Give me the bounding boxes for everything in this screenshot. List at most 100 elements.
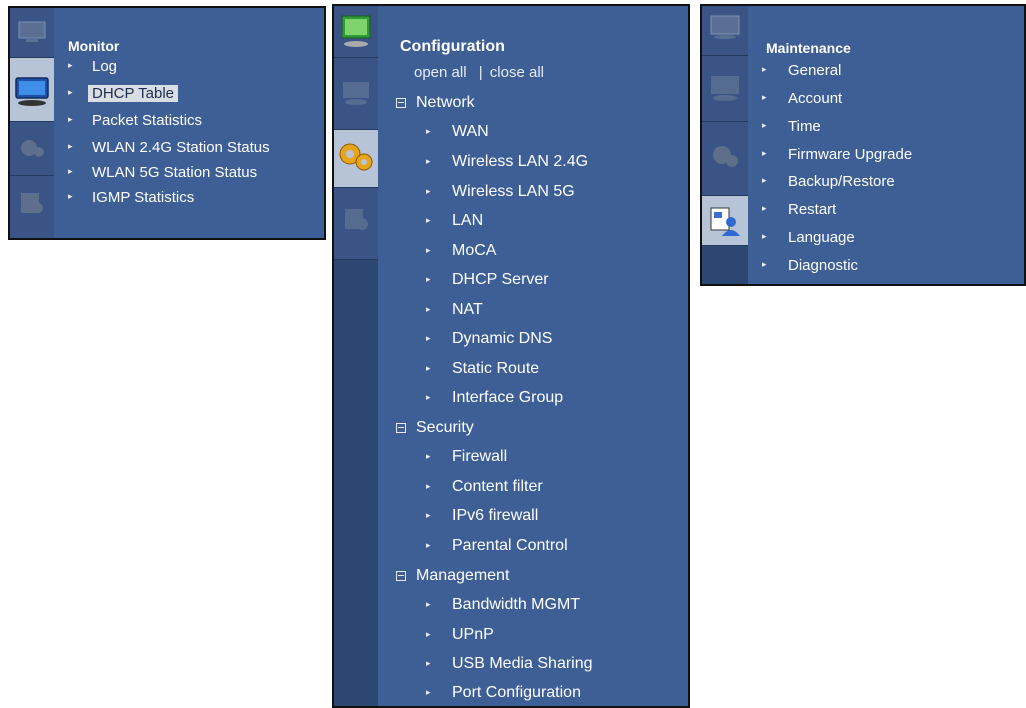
maintenance-item-label: Firmware Upgrade (788, 146, 913, 163)
group-label: Management (416, 567, 510, 584)
bullet-arrow-icon: ▸ (426, 658, 431, 668)
maintenance-menu-panel: Maintenance ▸ General ▸ Account ▸ Time ▸ Fir… (700, 4, 1026, 286)
bullet-arrow-icon: ▸ (426, 215, 431, 225)
configuration-side-rail (334, 6, 378, 706)
collapse-toggle-icon[interactable] (396, 571, 406, 581)
bullet-arrow-icon: ▸ (68, 114, 73, 124)
rail-tab-configuration[interactable] (10, 122, 54, 176)
bullet-arrow-icon: ▸ (426, 126, 431, 136)
rail-tab-maintenance[interactable] (702, 196, 748, 246)
bullet-arrow-icon: ▸ (426, 245, 431, 255)
bullet-arrow-icon: ▸ (762, 231, 767, 241)
config-item-label: Parental Control (452, 537, 568, 554)
monitor-item-label: WLAN 5G Station Status (92, 164, 258, 181)
bullet-arrow-icon: ▸ (68, 166, 73, 176)
monitor-side-rail (10, 8, 54, 238)
config-item-label: WAN (452, 123, 489, 140)
rail-tab-maintenance[interactable] (334, 188, 378, 260)
monitor-title: Monitor (68, 38, 120, 54)
bullet-arrow-icon: ▸ (762, 259, 767, 269)
open-all-link[interactable]: open all (414, 64, 467, 81)
group-label: Security (416, 419, 474, 436)
gear-icon (713, 146, 738, 167)
config-item-label: MoCA (452, 242, 497, 259)
close-all-link[interactable]: close all (490, 64, 544, 81)
expand-collapse-links: open all | close all (414, 64, 544, 81)
bullet-arrow-icon: ▸ (426, 304, 431, 314)
bullet-arrow-icon: ▸ (426, 540, 431, 550)
rail-tab-status[interactable] (10, 8, 54, 58)
monitor-icon (711, 76, 739, 101)
rail-tab-monitor[interactable] (702, 56, 748, 122)
monitor-menu-panel: Monitor ▸ Log ▸ DHCP Table ▸ Packet Stat… (8, 6, 326, 240)
config-item-label: Content filter (452, 478, 543, 495)
bullet-arrow-icon: ▸ (426, 392, 431, 402)
config-item-label: UPnP (452, 626, 494, 643)
monitor-item-label: Packet Statistics (92, 112, 203, 129)
config-item-label: Static Route (452, 360, 540, 377)
status-screen-icon (710, 15, 740, 39)
config-item-label: DHCP Server (452, 271, 549, 288)
monitor-item-label: WLAN 2.4G Station Status (92, 139, 270, 156)
bullet-arrow-icon: ▸ (68, 141, 73, 151)
monitor-icon (15, 77, 49, 106)
config-item-label: Wireless LAN 2.4G (452, 153, 589, 170)
config-item-label: Interface Group (452, 389, 564, 406)
collapse-toggle-icon[interactable] (396, 98, 406, 108)
status-screen-icon (18, 21, 46, 42)
monitor-icon (343, 82, 369, 105)
rail-tab-monitor[interactable] (10, 58, 54, 122)
maintenance-item-label: General (788, 62, 842, 79)
rail-tab-maintenance[interactable] (10, 176, 54, 238)
maintenance-content: Maintenance ▸ General ▸ Account ▸ Time ▸ Fir… (748, 6, 1024, 284)
maintenance-item-label: Language (788, 229, 855, 246)
rail-tab-configuration[interactable] (702, 122, 748, 196)
maintenance-item-label: Account (788, 90, 843, 107)
maintenance-item-label: Restart (788, 201, 837, 218)
bullet-arrow-icon: ▸ (762, 64, 767, 74)
monitor-item-label: IGMP Statistics (92, 189, 195, 206)
bullet-arrow-icon: ▸ (426, 363, 431, 373)
maintenance-user-icon (710, 207, 740, 236)
config-item-label: LAN (452, 212, 484, 229)
configuration-menu-panel: Configuration open all | close all Netwo… (332, 4, 690, 708)
gear-icon (21, 140, 44, 157)
bullet-arrow-icon: ▸ (762, 92, 767, 102)
bullet-arrow-icon: ▸ (762, 175, 767, 185)
bullet-arrow-icon: ▸ (68, 191, 73, 201)
bullet-arrow-icon: ▸ (426, 599, 431, 609)
config-item-label: IPv6 firewall (452, 507, 539, 524)
collapse-toggle-icon[interactable] (396, 423, 406, 433)
bullet-arrow-icon: ▸ (426, 333, 431, 343)
bullet-arrow-icon: ▸ (762, 148, 767, 158)
maintenance-side-rail (702, 6, 748, 284)
configuration-content: Configuration open all | close all Netwo… (378, 6, 688, 706)
bullet-arrow-icon: ▸ (426, 629, 431, 639)
config-item-label: Bandwidth MGMT (452, 596, 581, 613)
bullet-arrow-icon: ▸ (426, 156, 431, 166)
rail-tab-status[interactable] (702, 6, 748, 56)
rail-tab-monitor[interactable] (334, 58, 378, 130)
maintenance-title: Maintenance (766, 40, 851, 56)
config-item-label: USB Media Sharing (452, 655, 593, 672)
configuration-title: Configuration (400, 38, 505, 55)
config-item-label: Firewall (452, 448, 508, 465)
user-icon (21, 193, 43, 213)
maintenance-item-label: Diagnostic (788, 257, 859, 274)
bullet-arrow-icon: ▸ (68, 87, 73, 97)
rail-tab-configuration[interactable] (334, 130, 378, 188)
user-icon (345, 209, 368, 230)
bullet-arrow-icon: ▸ (426, 274, 431, 284)
maintenance-item-label: Time (788, 118, 821, 135)
bullet-arrow-icon: ▸ (426, 687, 431, 697)
bullet-arrow-icon: ▸ (426, 510, 431, 520)
bullet-arrow-icon: ▸ (426, 451, 431, 461)
rail-tab-status[interactable] (334, 6, 378, 58)
config-item-label: Dynamic DNS (452, 330, 553, 347)
bullet-arrow-icon: ▸ (762, 120, 767, 130)
group-label: Network (416, 94, 475, 111)
configuration-gear-icon (339, 143, 373, 171)
status-screen-icon (341, 15, 371, 47)
link-separator: | (478, 64, 483, 81)
bullet-arrow-icon: ▸ (426, 186, 431, 196)
